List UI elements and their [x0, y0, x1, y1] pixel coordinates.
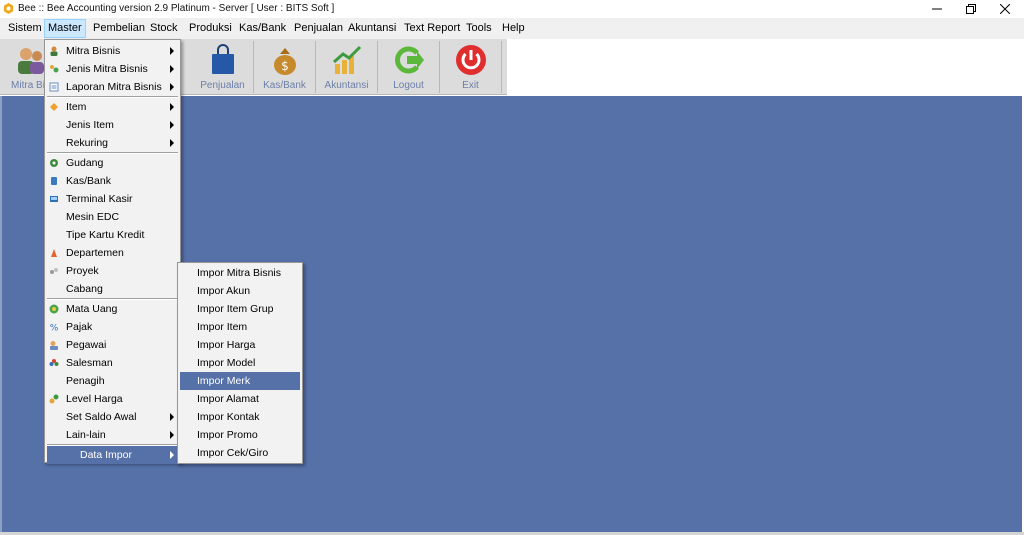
menu-produksi[interactable]: Produksi	[185, 19, 236, 38]
submenu-arrow-icon	[170, 121, 174, 129]
menu-tools[interactable]: Tools	[462, 19, 496, 38]
menu-text-report[interactable]: Text Report	[400, 19, 464, 38]
submenu-arrow-icon	[170, 413, 174, 421]
menu-item-mitra-bisnis[interactable]: Mitra Bisnis	[47, 42, 178, 60]
restore-button[interactable]	[954, 0, 988, 18]
toolbar-akuntansi-button[interactable]: Akuntansi	[316, 41, 378, 93]
submenu-arrow-icon	[170, 65, 174, 73]
menu-item-gudang[interactable]: Gudang	[47, 154, 178, 172]
menu-item-impor-kontak[interactable]: Impor Kontak	[180, 408, 300, 426]
shopping-bag-icon	[212, 44, 234, 74]
menu-item-terminal-kasir[interactable]: Terminal Kasir	[47, 190, 178, 208]
submenu-arrow-icon	[170, 47, 174, 55]
window-title: Bee :: Bee Accounting version 2.9 Platin…	[18, 3, 335, 14]
menu-item-tipe-kartu-kredit[interactable]: Tipe Kartu Kredit	[47, 226, 178, 244]
title-bar: Bee :: Bee Accounting version 2.9 Platin…	[0, 0, 1024, 18]
menu-item-impor-model[interactable]: Impor Model	[180, 354, 300, 372]
svg-text:$: $	[281, 59, 289, 73]
cashier-icon	[50, 196, 58, 202]
toolbar-kas-bank-button[interactable]: $ Kas/Bank	[254, 41, 316, 93]
menu-item-set-saldo-awal[interactable]: Set Saldo Awal	[47, 408, 178, 426]
currency-icon	[49, 304, 59, 314]
money-bag-icon: $	[274, 48, 296, 75]
toolbar-exit-button[interactable]: Exit	[440, 41, 502, 93]
people-icon	[18, 48, 44, 74]
price-level-icon	[49, 394, 59, 404]
menu-item-item[interactable]: Item	[47, 98, 178, 116]
menu-master[interactable]: Master	[44, 19, 86, 38]
minimize-icon	[932, 8, 942, 10]
report-icon	[49, 82, 59, 92]
submenu-arrow-icon	[170, 139, 174, 147]
toolbar-penjualan-button[interactable]: Penjualan	[192, 41, 254, 93]
menu-item-laporan-mitra-bisnis[interactable]: Laporan Mitra Bisnis	[47, 78, 178, 96]
menu-sistem[interactable]: Sistem	[4, 19, 46, 38]
menu-item-data-impor[interactable]: Data Impor	[47, 446, 178, 464]
cash-icon	[51, 177, 57, 185]
menu-pembelian[interactable]: Pembelian	[89, 19, 149, 38]
menu-stock[interactable]: Stock	[146, 19, 182, 38]
warehouse-icon	[50, 159, 58, 167]
employee-icon	[50, 341, 58, 350]
menu-item-jenis-item[interactable]: Jenis Item	[47, 116, 178, 134]
menu-help[interactable]: Help	[498, 19, 529, 38]
master-menu: Mitra Bisnis Jenis Mitra Bisnis Laporan …	[44, 39, 181, 464]
menu-item-level-harga[interactable]: Level Harga	[47, 390, 178, 408]
group-icon	[50, 65, 59, 73]
menu-item-impor-akun[interactable]: Impor Akun	[180, 282, 300, 300]
close-button[interactable]	[988, 0, 1022, 18]
menu-item-lain-lain[interactable]: Lain-lain	[47, 426, 178, 444]
menu-item-mesin-edc[interactable]: Mesin EDC	[47, 208, 178, 226]
menu-item-proyek[interactable]: Proyek	[47, 262, 178, 280]
menu-item-departemen[interactable]: Departemen	[47, 244, 178, 262]
menu-item-impor-item[interactable]: Impor Item	[180, 318, 300, 336]
restore-icon	[966, 4, 976, 14]
chart-up-icon	[333, 45, 362, 74]
submenu-arrow-icon	[170, 103, 174, 111]
menu-item-impor-item-grup[interactable]: Impor Item Grup	[180, 300, 300, 318]
menu-item-cabang[interactable]: Cabang	[47, 280, 178, 298]
menu-item-impor-harga[interactable]: Impor Harga	[180, 336, 300, 354]
menu-item-impor-cek-giro[interactable]: Impor Cek/Giro	[180, 444, 300, 462]
menu-bar: Sistem Master Pembelian Stock Produksi K…	[0, 18, 1024, 39]
menu-item-mata-uang[interactable]: Mata Uang	[47, 300, 178, 318]
menu-item-impor-mitra-bisnis[interactable]: Impor Mitra Bisnis	[180, 264, 300, 282]
bee-icon	[3, 3, 14, 14]
svg-text:%: %	[50, 324, 59, 333]
menu-item-impor-alamat[interactable]: Impor Alamat	[180, 390, 300, 408]
menu-item-kas-bank[interactable]: Kas/Bank	[47, 172, 178, 190]
person-icon	[50, 46, 58, 56]
menu-item-impor-merk[interactable]: Impor Merk	[180, 372, 300, 390]
menu-kas-bank[interactable]: Kas/Bank	[235, 19, 290, 38]
menu-item-rekuring[interactable]: Rekuring	[47, 134, 178, 152]
tax-icon: %	[50, 324, 59, 333]
logout-arrow-icon	[395, 46, 424, 74]
department-icon	[51, 249, 57, 257]
power-icon	[456, 45, 486, 75]
project-icon	[50, 268, 58, 274]
submenu-arrow-icon	[170, 83, 174, 91]
submenu-arrow-icon	[170, 431, 174, 439]
data-impor-submenu: Impor Mitra Bisnis Impor Akun Impor Item…	[177, 262, 303, 464]
close-icon	[1000, 4, 1010, 14]
menu-item-salesman[interactable]: Salesman	[47, 354, 178, 372]
menu-item-pegawai[interactable]: Pegawai	[47, 336, 178, 354]
menu-akuntansi[interactable]: Akuntansi	[344, 19, 400, 38]
menu-item-impor-promo[interactable]: Impor Promo	[180, 426, 300, 444]
submenu-arrow-icon	[170, 451, 174, 459]
salesman-icon	[49, 359, 59, 366]
toolbar-logout-button[interactable]: Logout	[378, 41, 440, 93]
menu-penjualan[interactable]: Penjualan	[290, 19, 347, 38]
minimize-button[interactable]	[920, 0, 954, 18]
menu-item-jenis-mitra-bisnis[interactable]: Jenis Mitra Bisnis	[47, 60, 178, 78]
menu-item-penagih[interactable]: Penagih	[47, 372, 178, 390]
menu-item-pajak[interactable]: % Pajak	[47, 318, 178, 336]
item-icon	[50, 103, 58, 111]
